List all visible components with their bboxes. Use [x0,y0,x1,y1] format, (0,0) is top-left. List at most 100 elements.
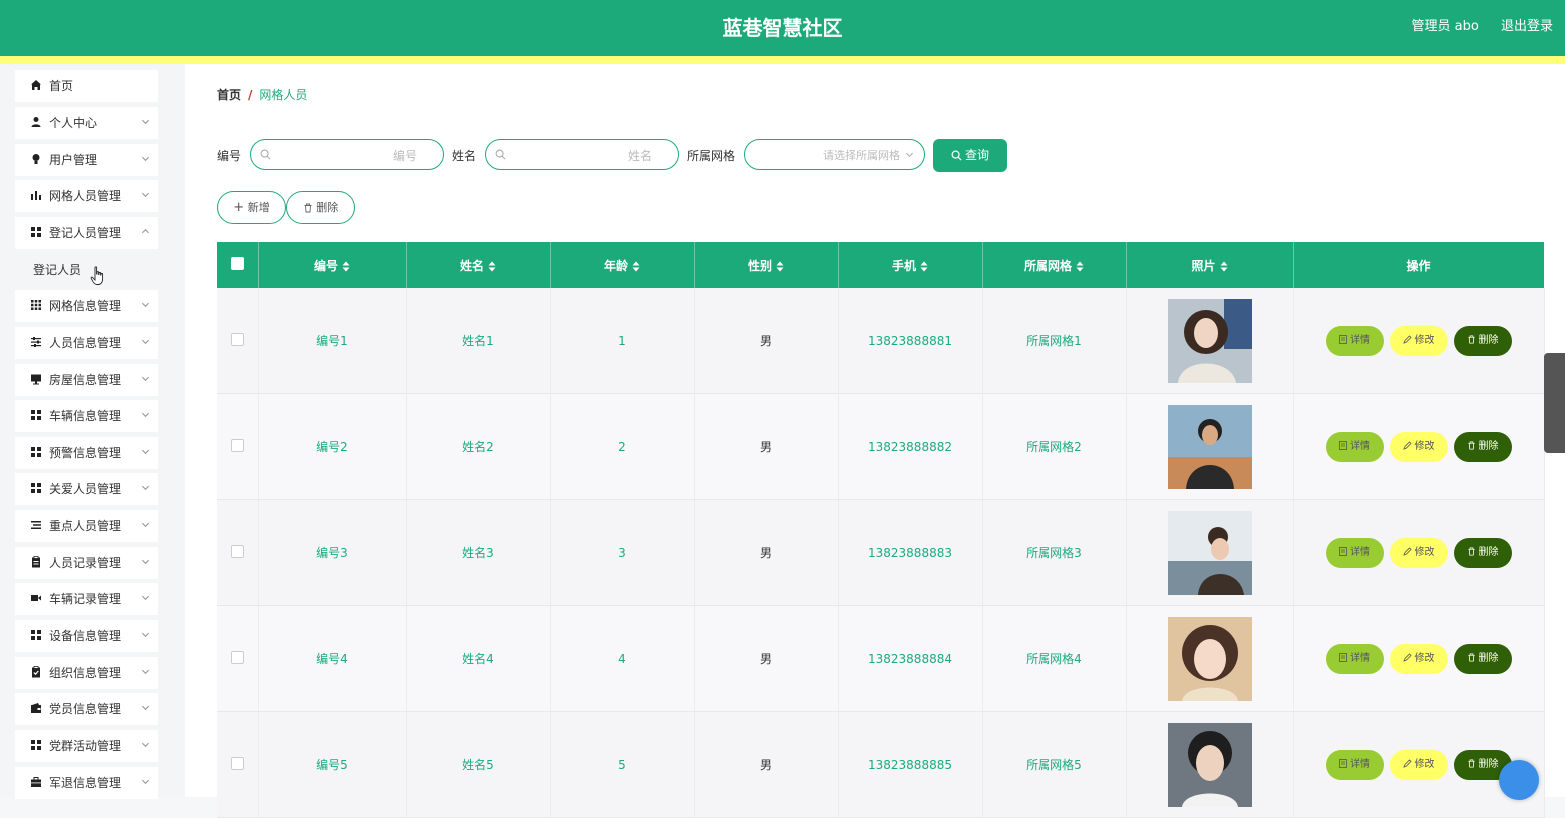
cell-photo [1126,711,1294,818]
current-user[interactable]: 管理员 abo [1412,19,1479,34]
breadcrumb-home[interactable]: 首页 [217,88,241,102]
row-checkbox[interactable] [230,544,244,558]
select-all-cell [217,242,259,288]
sidebar-item-vehicle-record-management[interactable]: 车辆记录管理 [15,583,158,615]
batch-delete-label: 删除 [316,201,339,214]
name-search-label: 姓名 [452,149,477,163]
table-row: 编号3 姓名3 3 男 13823888883 所属网格3 详情 修改 删除 [217,499,1545,606]
detail-label: 详情 [1350,440,1370,452]
delete-button[interactable]: 删除 [1453,431,1512,462]
chevron-down-icon [141,522,150,528]
floating-assistant-button[interactable] [1499,760,1539,800]
sidebar-item-key-staff-management[interactable]: 重点人员管理 [15,510,158,542]
detail-button[interactable]: 详情 [1325,431,1384,462]
detail-button[interactable]: 详情 [1325,749,1384,780]
sidebar-subitem-registered-staff[interactable]: 登记人员 [15,254,158,286]
breadcrumb-separator: / [248,88,253,102]
name-search-input[interactable] [514,146,654,166]
edit-button[interactable]: 修改 [1389,643,1448,674]
detail-button[interactable]: 详情 [1325,537,1384,568]
column-header-label: 编号 [313,258,338,273]
sidebar-item-label: 设备信息管理 [49,629,122,643]
column-header-name[interactable]: 姓名 [406,242,551,288]
detail-button[interactable]: 详情 [1325,643,1384,674]
detail-label: 详情 [1350,334,1370,346]
column-header-grid[interactable]: 所属网格 [982,242,1127,288]
sidebar-item-registered-management[interactable]: 登记人员管理 [15,217,158,249]
sidebar-item-device-info-management[interactable]: 设备信息管理 [15,620,158,652]
sidebar-item-warning-info-management[interactable]: 预警信息管理 [15,437,158,469]
person-photo[interactable] [1167,616,1252,701]
person-photo[interactable] [1167,404,1252,489]
detail-button[interactable]: 详情 [1325,325,1384,356]
column-header-photo[interactable]: 照片 [1126,242,1294,288]
trash-icon [1467,441,1475,450]
logout-link[interactable]: 退出登录 [1501,19,1553,34]
sidebar-item-label: 人员记录管理 [49,556,122,570]
edit-button[interactable]: 修改 [1389,749,1448,780]
row-select-cell [217,393,259,500]
edit-button[interactable]: 修改 [1389,537,1448,568]
column-header-phone[interactable]: 手机 [838,242,983,288]
row-checkbox[interactable] [230,756,244,770]
sort-icon [920,261,928,271]
edit-button[interactable]: 修改 [1389,431,1448,462]
person-photo[interactable] [1167,722,1252,807]
sidebar-item-person-info-management[interactable]: 人员信息管理 [15,327,158,359]
sidebar-item-label: 人员信息管理 [49,336,122,350]
sidebar-item-vehicle-info-management[interactable]: 车辆信息管理 [15,400,158,432]
column-header-age[interactable]: 年龄 [550,242,695,288]
add-button[interactable]: + 新增 [217,191,286,224]
column-header-label: 照片 [1191,258,1216,273]
row-select-cell [217,711,259,818]
user-area: 管理员 abo 退出登录 [1394,0,1553,56]
row-checkbox[interactable] [230,332,244,346]
delete-button[interactable]: 删除 [1453,325,1512,356]
row-checkbox[interactable] [230,650,244,664]
grid-select[interactable]: 请选择所属网格 [744,139,925,170]
sidebar-item-grid-info-management[interactable]: 网格信息管理 [15,290,158,322]
sidebar-item-care-staff-management[interactable]: 关爱人员管理 [15,473,158,505]
sidebar-item-person-record-management[interactable]: 人员记录管理 [15,547,158,579]
delete-button[interactable]: 删除 [1453,537,1512,568]
pencil-icon [1402,759,1412,768]
delete-label: 删除 [1478,652,1499,664]
trash-icon [1467,653,1475,662]
delete-label: 删除 [1478,334,1499,346]
cell-id: 编号1 [258,288,407,394]
person-photo[interactable] [1167,298,1252,383]
sidebar-item-house-info-management[interactable]: 房屋信息管理 [15,364,158,396]
breadcrumb-current: 网格人员 [259,88,308,102]
column-header-id[interactable]: 编号 [258,242,407,288]
sidebar-item-user-management[interactable]: 用户管理 [15,144,158,176]
sidebar-item-home[interactable]: 首页 [15,70,158,102]
id-search-field [250,139,444,170]
chevron-down-icon [141,302,150,308]
sidebar-item-veteran-info-management[interactable]: 军退信息管理 [15,767,158,799]
person-photo[interactable] [1167,510,1252,595]
row-select-cell [217,499,259,606]
select-all-checkbox[interactable] [230,257,244,270]
sidebar-item-party-member-management[interactable]: 党员信息管理 [15,693,158,725]
column-header-gender[interactable]: 性别 [694,242,839,288]
side-drawer-handle[interactable] [1544,353,1565,453]
sidebar-item-grid-staff-management[interactable]: 网格人员管理 [15,180,158,212]
cell-name: 姓名3 [406,499,551,606]
sidebar-item-org-info-management[interactable]: 组织信息管理 [15,657,158,689]
id-search-input[interactable] [279,146,419,166]
search-icon [260,149,271,160]
cell-phone: 13823888882 [838,393,983,500]
delete-button[interactable]: 删除 [1453,643,1512,674]
staff-table: 编号 姓名 年龄 性别 手机 所属网格 照片 操作 编号1 姓名1 1 男 13… [217,242,1545,818]
batch-delete-button[interactable]: 删除 [286,191,355,224]
edit-button[interactable]: 修改 [1389,325,1448,356]
sidebar-item-party-activity-management[interactable]: 党群活动管理 [15,730,158,762]
chevron-down-icon [905,152,914,158]
sidebar-item-personal-center[interactable]: 个人中心 [15,107,158,139]
grid-icon [31,740,41,750]
chevron-up-icon [141,228,150,234]
pencil-icon [1402,653,1412,662]
sidebar: 首页 个人中心 用户管理 网格人员管理 登记人员管理 登记人员 网格信息管理 人… [0,64,185,799]
row-checkbox[interactable] [230,438,244,452]
query-button[interactable]: 查询 [933,139,1007,172]
